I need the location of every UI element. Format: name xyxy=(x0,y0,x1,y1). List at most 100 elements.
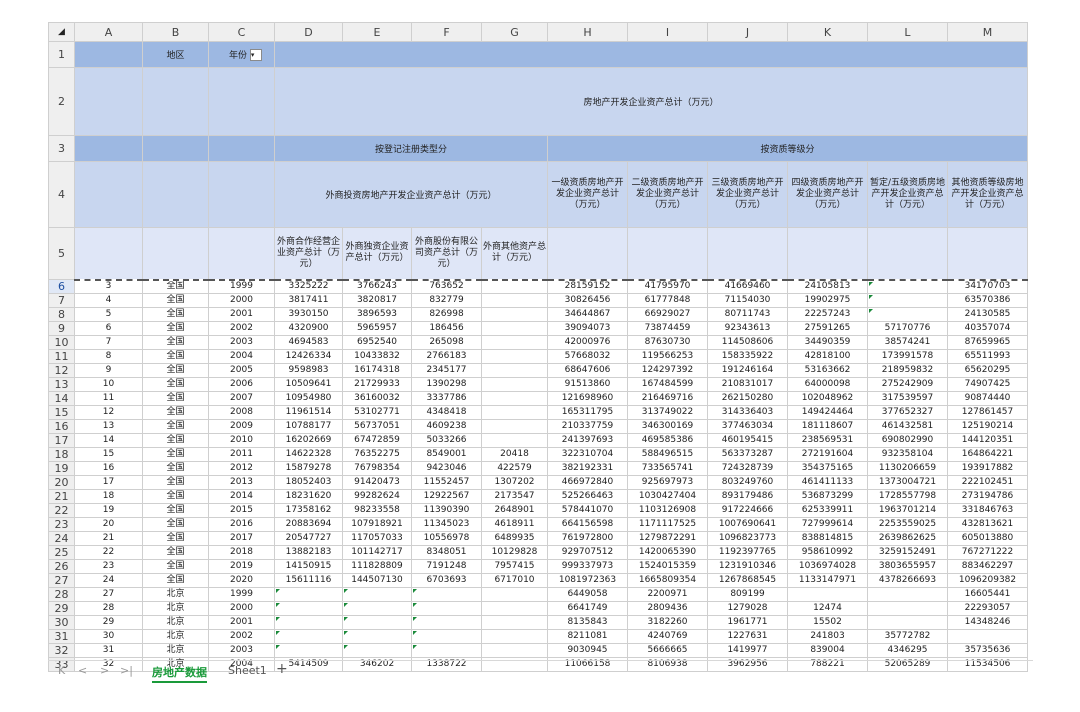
table-cell[interactable]: 80711743 xyxy=(707,307,788,322)
table-cell[interactable] xyxy=(481,419,548,434)
table-cell[interactable]: 1267868545 xyxy=(707,573,788,588)
table-cell[interactable]: 15 xyxy=(74,447,143,462)
column-header-i[interactable]: I xyxy=(627,22,708,42)
table-cell[interactable]: 76798354 xyxy=(342,461,412,476)
table-cell[interactable] xyxy=(342,587,412,602)
table-cell[interactable]: 2007 xyxy=(208,391,275,406)
table-cell[interactable]: 16 xyxy=(74,461,143,476)
table-cell[interactable]: 2017 xyxy=(208,531,275,546)
cell-k4-grade4[interactable]: 四级资质房地产开发企业资产总计（万元） xyxy=(787,161,868,228)
column-header-f[interactable]: F xyxy=(411,22,482,42)
table-cell[interactable]: 全国 xyxy=(142,405,209,420)
table-cell[interactable]: 2004 xyxy=(208,349,275,364)
table-cell[interactable]: 北京 xyxy=(142,601,209,616)
merged-by-registration-cell[interactable]: 按登记注册类型分 xyxy=(274,135,548,162)
table-cell[interactable]: 2008 xyxy=(208,405,275,420)
table-cell[interactable]: 2200971 xyxy=(627,587,708,602)
table-cell[interactable]: 210831017 xyxy=(707,377,788,392)
table-cell[interactable] xyxy=(481,601,548,616)
table-cell[interactable]: 724328739 xyxy=(707,461,788,476)
table-cell[interactable] xyxy=(411,615,482,630)
table-cell[interactable]: 全国 xyxy=(142,307,209,322)
table-cell[interactable]: 272191604 xyxy=(787,447,868,462)
table-cell[interactable]: 1096209382 xyxy=(947,573,1028,588)
table-cell[interactable]: 2345177 xyxy=(411,363,482,378)
table-cell[interactable]: 313749022 xyxy=(627,405,708,420)
row-header[interactable]: 26 xyxy=(48,559,75,574)
table-cell[interactable]: 2009 xyxy=(208,419,275,434)
table-cell[interactable]: 3337786 xyxy=(411,391,482,406)
table-cell[interactable]: 1999 xyxy=(208,587,275,602)
table-cell[interactable] xyxy=(481,307,548,322)
table-cell[interactable]: 11345023 xyxy=(411,517,482,532)
table-cell[interactable]: 377652327 xyxy=(867,405,948,420)
table-cell[interactable]: 767271222 xyxy=(947,545,1028,560)
column-header-l[interactable]: L xyxy=(867,22,948,42)
table-cell[interactable]: 10129828 xyxy=(481,545,548,560)
table-cell[interactable]: 1390298 xyxy=(411,377,482,392)
table-cell[interactable]: 1096823773 xyxy=(707,531,788,546)
table-cell[interactable]: 241803 xyxy=(787,629,868,644)
table-cell[interactable] xyxy=(274,629,343,644)
table-cell[interactable]: 27591265 xyxy=(787,321,868,336)
table-cell[interactable]: 382192331 xyxy=(547,461,628,476)
table-cell[interactable]: 317539597 xyxy=(867,391,948,406)
table-cell[interactable]: 36160032 xyxy=(342,391,412,406)
table-cell[interactable]: 826998 xyxy=(411,307,482,322)
row-header[interactable]: 19 xyxy=(48,461,75,476)
table-cell[interactable]: 12426334 xyxy=(274,349,343,364)
table-cell[interactable] xyxy=(342,629,412,644)
table-cell[interactable]: 28 xyxy=(74,601,143,616)
table-cell[interactable]: 全国 xyxy=(142,419,209,434)
cell-i4-grade2[interactable]: 二级资质房地产开发企业资产总计（万元） xyxy=(627,161,708,228)
table-cell[interactable]: 2809436 xyxy=(627,601,708,616)
table-cell[interactable]: 34170703 xyxy=(947,278,1028,294)
table-cell[interactable]: 7 xyxy=(74,335,143,350)
table-cell[interactable]: 9423046 xyxy=(411,461,482,476)
table-cell[interactable]: 101142717 xyxy=(342,545,412,560)
table-cell[interactable]: 2011 xyxy=(208,447,275,462)
table-cell[interactable]: 29 xyxy=(74,615,143,630)
add-sheet-button[interactable]: + xyxy=(276,661,288,677)
table-cell[interactable]: 262150280 xyxy=(707,391,788,406)
table-cell[interactable]: 164864221 xyxy=(947,447,1028,462)
table-cell[interactable] xyxy=(481,629,548,644)
table-cell[interactable]: 6 xyxy=(74,321,143,336)
table-cell[interactable]: 15611116 xyxy=(274,573,343,588)
table-cell[interactable]: 3820817 xyxy=(342,293,412,308)
table-cell[interactable]: 65511993 xyxy=(947,349,1028,364)
table-cell[interactable]: 北京 xyxy=(142,643,209,658)
table-cell[interactable] xyxy=(481,377,548,392)
table-cell[interactable]: 932358104 xyxy=(867,447,948,462)
table-cell[interactable]: 17358162 xyxy=(274,503,343,518)
table-cell[interactable]: 3766243 xyxy=(342,278,412,294)
table-cell[interactable]: 18231620 xyxy=(274,489,343,504)
table-cell[interactable]: 167484599 xyxy=(627,377,708,392)
cell-a5[interactable] xyxy=(74,227,143,280)
table-cell[interactable]: 2010 xyxy=(208,433,275,448)
table-cell[interactable]: 4609238 xyxy=(411,419,482,434)
table-cell[interactable]: 2173547 xyxy=(481,489,548,504)
table-cell[interactable]: 2018 xyxy=(208,545,275,560)
table-cell[interactable] xyxy=(481,391,548,406)
table-cell[interactable]: 107918921 xyxy=(342,517,412,532)
row-header[interactable]: 8 xyxy=(48,307,75,322)
table-cell[interactable]: 4320900 xyxy=(274,321,343,336)
table-cell[interactable]: 2001 xyxy=(208,307,275,322)
table-cell[interactable]: 全国 xyxy=(142,391,209,406)
table-cell[interactable]: 1007690641 xyxy=(707,517,788,532)
table-cell[interactable]: 422579 xyxy=(481,461,548,476)
table-cell[interactable]: 377463034 xyxy=(707,419,788,434)
table-cell[interactable]: 2001 xyxy=(208,615,275,630)
sheet-tab-sheet1[interactable]: Sheet1 xyxy=(228,664,267,677)
table-cell[interactable]: 1524015359 xyxy=(627,559,708,574)
table-cell[interactable]: 2013 xyxy=(208,475,275,490)
table-cell[interactable]: 76352275 xyxy=(342,447,412,462)
table-cell[interactable]: 114508606 xyxy=(707,335,788,350)
column-header-k[interactable]: K xyxy=(787,22,868,42)
table-cell[interactable]: 30826456 xyxy=(547,293,628,308)
cell-a3[interactable] xyxy=(74,135,143,162)
table-cell[interactable]: 588496515 xyxy=(627,447,708,462)
table-cell[interactable]: 11 xyxy=(74,391,143,406)
table-cell[interactable]: 57170776 xyxy=(867,321,948,336)
